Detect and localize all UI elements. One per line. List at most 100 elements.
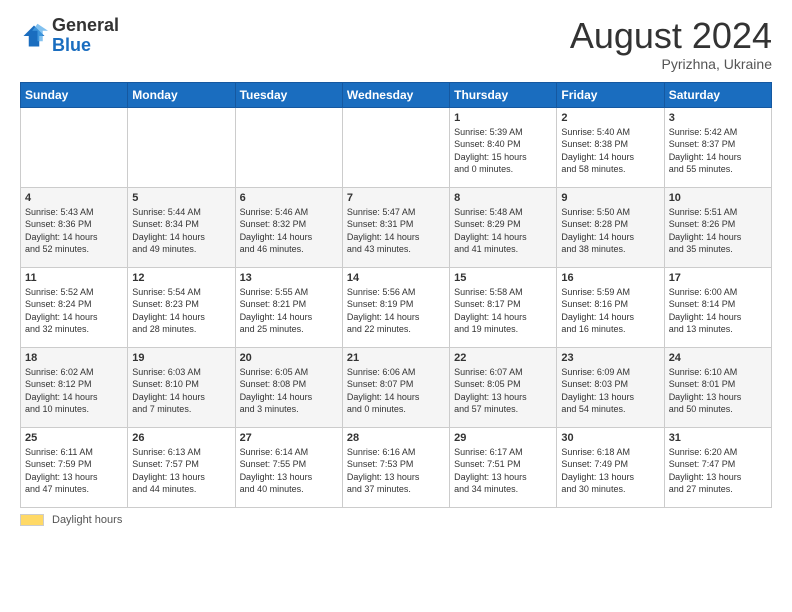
- week-row-0: 1Sunrise: 5:39 AM Sunset: 8:40 PM Daylig…: [21, 107, 772, 187]
- header: General Blue August 2024 Pyrizhna, Ukrai…: [20, 16, 772, 72]
- day-info: Sunrise: 5:52 AM Sunset: 8:24 PM Dayligh…: [25, 286, 123, 336]
- day-number: 7: [347, 192, 445, 204]
- page: General Blue August 2024 Pyrizhna, Ukrai…: [0, 0, 792, 612]
- header-cell-saturday: Saturday: [664, 82, 771, 107]
- logo-text: General Blue: [52, 16, 119, 56]
- day-info: Sunrise: 5:51 AM Sunset: 8:26 PM Dayligh…: [669, 206, 767, 256]
- day-cell: 20 Sunrise: 6:05 AM Sunset: 8:08 PM Dayli…: [235, 347, 342, 427]
- day-number: 18: [25, 352, 123, 364]
- day-cell: 30Sunrise: 6:18 AM Sunset: 7:49 PM Dayli…: [557, 427, 664, 507]
- day-number: 5: [132, 192, 230, 204]
- day-cell: 2Sunrise: 5:40 AM Sunset: 8:38 PM Daylig…: [557, 107, 664, 187]
- day-info: Sunrise: 6:13 AM Sunset: 7:57 PM Dayligh…: [132, 446, 230, 496]
- day-cell: 28Sunrise: 6:16 AM Sunset: 7:53 PM Dayli…: [342, 427, 449, 507]
- week-row-4: 25Sunrise: 6:11 AM Sunset: 7:59 PM Dayli…: [21, 427, 772, 507]
- day-cell: 17Sunrise: 6:00 AM Sunset: 8:14 PM Dayli…: [664, 267, 771, 347]
- day-number: 4: [25, 192, 123, 204]
- day-cell: 16Sunrise: 5:59 AM Sunset: 8:16 PM Dayli…: [557, 267, 664, 347]
- day-cell: 23Sunrise: 6:09 AM Sunset: 8:03 PM Dayli…: [557, 347, 664, 427]
- week-row-1: 4 Sunrise: 5:43 AM Sunset: 8:36 PM Daylig…: [21, 187, 772, 267]
- day-info: Sunrise: 5:56 AM Sunset: 8:19 PM Dayligh…: [347, 286, 445, 336]
- daylight-legend-box: [20, 514, 44, 526]
- header-cell-friday: Friday: [557, 82, 664, 107]
- header-cell-sunday: Sunday: [21, 82, 128, 107]
- day-cell: [128, 107, 235, 187]
- month-title: August 2024: [570, 16, 772, 56]
- header-cell-monday: Monday: [128, 82, 235, 107]
- day-info: Sunrise: 6:02 AM Sunset: 8:12 PM Dayligh…: [25, 366, 123, 416]
- day-cell: 3 Sunrise: 5:42 AM Sunset: 8:37 PM Daylig…: [664, 107, 771, 187]
- day-info: Sunrise: 5:42 AM Sunset: 8:37 PM Dayligh…: [669, 126, 767, 176]
- logo-icon: [20, 22, 48, 50]
- footer: Daylight hours: [20, 514, 772, 526]
- day-cell: 5Sunrise: 5:44 AM Sunset: 8:34 PM Daylig…: [128, 187, 235, 267]
- day-info: Sunrise: 5:50 AM Sunset: 8:28 PM Dayligh…: [561, 206, 659, 256]
- day-number: 15: [454, 272, 552, 284]
- day-cell: 1Sunrise: 5:39 AM Sunset: 8:40 PM Daylig…: [450, 107, 557, 187]
- day-cell: [342, 107, 449, 187]
- day-cell: 11Sunrise: 5:52 AM Sunset: 8:24 PM Dayli…: [21, 267, 128, 347]
- logo-blue: Blue: [52, 35, 91, 55]
- day-number: 13: [240, 272, 338, 284]
- day-info: Sunrise: 5:55 AM Sunset: 8:21 PM Dayligh…: [240, 286, 338, 336]
- day-cell: 21Sunrise: 6:06 AM Sunset: 8:07 PM Dayli…: [342, 347, 449, 427]
- calendar-body: 1Sunrise: 5:39 AM Sunset: 8:40 PM Daylig…: [21, 107, 772, 507]
- day-info: Sunrise: 6:09 AM Sunset: 8:03 PM Dayligh…: [561, 366, 659, 416]
- day-number: 26: [132, 432, 230, 444]
- day-number: 16: [561, 272, 659, 284]
- week-row-2: 11Sunrise: 5:52 AM Sunset: 8:24 PM Dayli…: [21, 267, 772, 347]
- day-cell: 18 Sunrise: 6:02 AM Sunset: 8:12 PM Dayli…: [21, 347, 128, 427]
- day-cell: 29Sunrise: 6:17 AM Sunset: 7:51 PM Dayli…: [450, 427, 557, 507]
- header-cell-tuesday: Tuesday: [235, 82, 342, 107]
- day-cell: 8Sunrise: 5:48 AM Sunset: 8:29 PM Daylig…: [450, 187, 557, 267]
- day-cell: 19Sunrise: 6:03 AM Sunset: 8:10 PM Dayli…: [128, 347, 235, 427]
- day-info: Sunrise: 6:14 AM Sunset: 7:55 PM Dayligh…: [240, 446, 338, 496]
- logo: General Blue: [20, 16, 119, 56]
- header-cell-wednesday: Wednesday: [342, 82, 449, 107]
- day-info: Sunrise: 6:16 AM Sunset: 7:53 PM Dayligh…: [347, 446, 445, 496]
- day-info: Sunrise: 5:39 AM Sunset: 8:40 PM Dayligh…: [454, 126, 552, 176]
- day-info: Sunrise: 6:05 AM Sunset: 8:08 PM Dayligh…: [240, 366, 338, 416]
- header-row: SundayMondayTuesdayWednesdayThursdayFrid…: [21, 82, 772, 107]
- day-info: Sunrise: 5:46 AM Sunset: 8:32 PM Dayligh…: [240, 206, 338, 256]
- day-number: 8: [454, 192, 552, 204]
- day-number: 24: [669, 352, 767, 364]
- day-info: Sunrise: 6:18 AM Sunset: 7:49 PM Dayligh…: [561, 446, 659, 496]
- day-cell: 15 Sunrise: 5:58 AM Sunset: 8:17 PM Dayli…: [450, 267, 557, 347]
- title-block: August 2024 Pyrizhna, Ukraine: [570, 16, 772, 72]
- day-info: Sunrise: 5:54 AM Sunset: 8:23 PM Dayligh…: [132, 286, 230, 336]
- day-number: 3: [669, 112, 767, 124]
- day-info: Sunrise: 5:58 AM Sunset: 8:17 PM Dayligh…: [454, 286, 552, 336]
- location: Pyrizhna, Ukraine: [570, 56, 772, 72]
- day-cell: 14 Sunrise: 5:56 AM Sunset: 8:19 PM Dayli…: [342, 267, 449, 347]
- day-number: 10: [669, 192, 767, 204]
- day-cell: 9 Sunrise: 5:50 AM Sunset: 8:28 PM Daylig…: [557, 187, 664, 267]
- day-cell: 7Sunrise: 5:47 AM Sunset: 8:31 PM Daylig…: [342, 187, 449, 267]
- day-number: 19: [132, 352, 230, 364]
- day-info: Sunrise: 6:11 AM Sunset: 7:59 PM Dayligh…: [25, 446, 123, 496]
- calendar-table: SundayMondayTuesdayWednesdayThursdayFrid…: [20, 82, 772, 508]
- day-number: 6: [240, 192, 338, 204]
- day-cell: 31Sunrise: 6:20 AM Sunset: 7:47 PM Dayli…: [664, 427, 771, 507]
- day-cell: 24Sunrise: 6:10 AM Sunset: 8:01 PM Dayli…: [664, 347, 771, 427]
- day-cell: 6 Sunrise: 5:46 AM Sunset: 8:32 PM Daylig…: [235, 187, 342, 267]
- day-info: Sunrise: 6:00 AM Sunset: 8:14 PM Dayligh…: [669, 286, 767, 336]
- header-cell-thursday: Thursday: [450, 82, 557, 107]
- day-number: 2: [561, 112, 659, 124]
- day-cell: 4 Sunrise: 5:43 AM Sunset: 8:36 PM Daylig…: [21, 187, 128, 267]
- day-cell: [235, 107, 342, 187]
- day-cell: 25Sunrise: 6:11 AM Sunset: 7:59 PM Dayli…: [21, 427, 128, 507]
- daylight-legend-label: Daylight hours: [52, 514, 122, 526]
- day-cell: 22Sunrise: 6:07 AM Sunset: 8:05 PM Dayli…: [450, 347, 557, 427]
- day-number: 20: [240, 352, 338, 364]
- day-number: 9: [561, 192, 659, 204]
- day-info: Sunrise: 5:43 AM Sunset: 8:36 PM Dayligh…: [25, 206, 123, 256]
- day-info: Sunrise: 6:06 AM Sunset: 8:07 PM Dayligh…: [347, 366, 445, 416]
- day-number: 14: [347, 272, 445, 284]
- day-cell: [21, 107, 128, 187]
- day-cell: 13 Sunrise: 5:55 AM Sunset: 8:21 PM Dayli…: [235, 267, 342, 347]
- day-cell: 10 Sunrise: 5:51 AM Sunset: 8:26 PM Dayli…: [664, 187, 771, 267]
- day-info: Sunrise: 6:20 AM Sunset: 7:47 PM Dayligh…: [669, 446, 767, 496]
- day-cell: 12Sunrise: 5:54 AM Sunset: 8:23 PM Dayli…: [128, 267, 235, 347]
- day-number: 22: [454, 352, 552, 364]
